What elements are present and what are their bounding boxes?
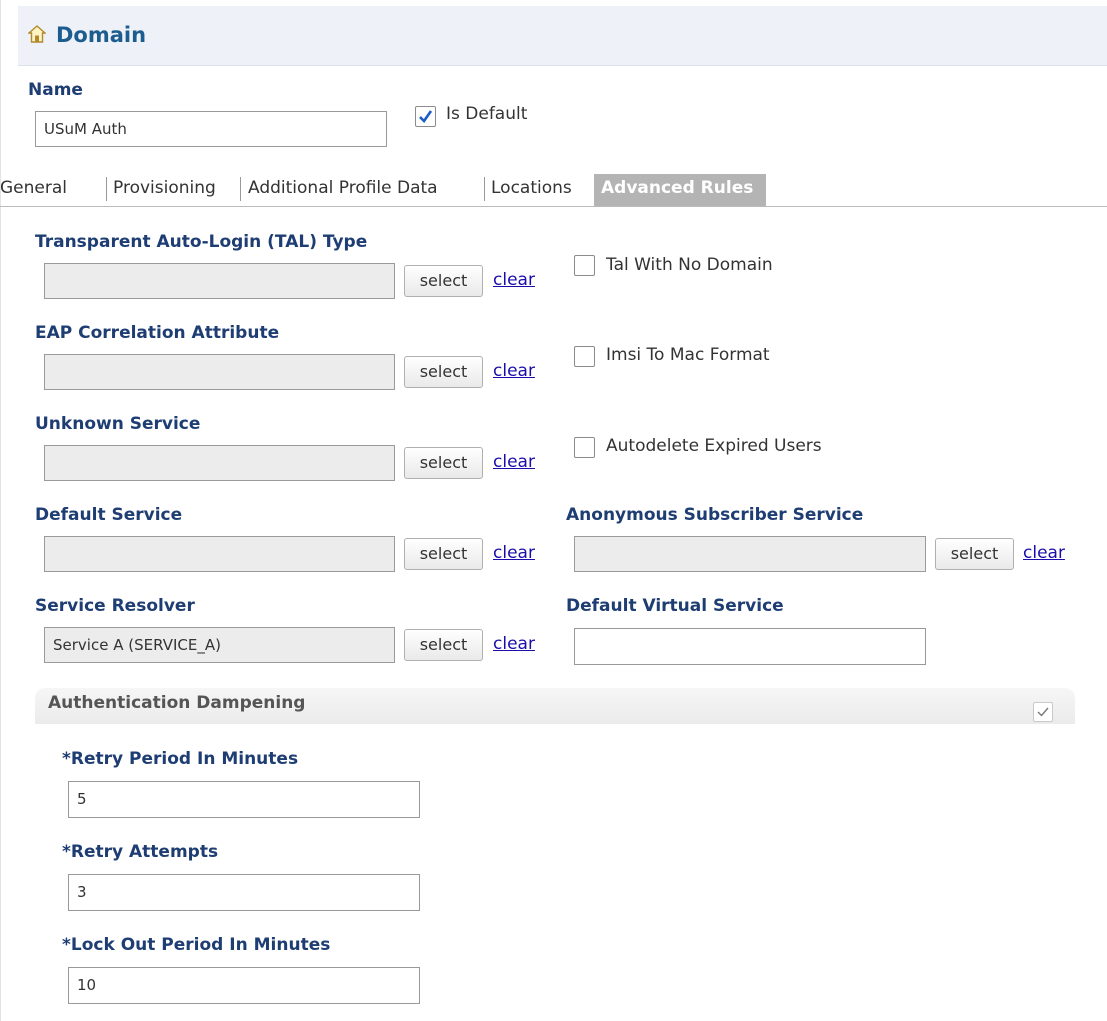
anonymous-service-input[interactable] — [574, 536, 926, 572]
unknown-service-clear-link[interactable]: clear — [493, 452, 535, 472]
page-left-border — [0, 0, 1, 1021]
page-title: Domain — [56, 23, 147, 47]
service-resolver-select-button[interactable]: select — [404, 629, 483, 661]
default-service-input[interactable] — [44, 536, 395, 572]
retry-attempts-input[interactable]: 3 — [68, 874, 420, 911]
unknown-service-input[interactable] — [44, 445, 395, 481]
default-virtual-service-label: Default Virtual Service — [566, 596, 784, 616]
tab-additional-profile-data[interactable]: Additional Profile Data — [248, 178, 438, 198]
unknown-service-label: Unknown Service — [35, 414, 201, 434]
tal-type-select-button[interactable]: select — [404, 265, 483, 297]
anonymous-service-select-button[interactable]: select — [935, 538, 1014, 570]
tab-general[interactable]: General — [0, 178, 67, 198]
default-service-select-button[interactable]: select — [404, 538, 483, 570]
autodelete-label: Autodelete Expired Users — [606, 436, 822, 456]
retry-period-label: *Retry Period In Minutes — [62, 749, 299, 769]
name-input[interactable]: USuM Auth — [35, 111, 387, 147]
name-label: Name — [28, 80, 83, 100]
checkmark-icon — [419, 110, 433, 124]
tal-no-domain-checkbox[interactable] — [574, 255, 595, 276]
is-default-checkbox[interactable] — [415, 106, 436, 127]
dampening-enabled-checkbox[interactable] — [1033, 702, 1053, 722]
authentication-dampening-title: Authentication Dampening — [48, 693, 306, 713]
eap-clear-link[interactable]: clear — [493, 361, 535, 381]
anonymous-service-label: Anonymous Subscriber Service — [566, 505, 864, 525]
retry-attempts-label: *Retry Attempts — [62, 842, 219, 862]
tab-separator — [484, 177, 485, 201]
eap-correlation-input[interactable] — [44, 354, 395, 390]
tab-provisioning[interactable]: Provisioning — [113, 178, 216, 198]
tal-type-clear-link[interactable]: clear — [493, 270, 535, 290]
imsi-mac-label: Imsi To Mac Format — [606, 345, 770, 365]
tab-separator — [240, 177, 241, 201]
service-resolver-input[interactable]: Service A (SERVICE_A) — [44, 627, 395, 663]
is-default-label: Is Default — [446, 104, 528, 124]
tal-no-domain-label: Tal With No Domain — [606, 255, 773, 275]
retry-period-input[interactable]: 5 — [68, 781, 420, 818]
eap-correlation-label: EAP Correlation Attribute — [35, 323, 280, 343]
tab-separator — [106, 177, 107, 201]
tal-type-input[interactable] — [44, 263, 395, 299]
eap-select-button[interactable]: select — [404, 356, 483, 388]
default-service-clear-link[interactable]: clear — [493, 543, 535, 563]
tab-advanced-rules-label: Advanced Rules — [601, 178, 754, 198]
page-header: Domain — [18, 6, 1107, 66]
anonymous-service-clear-link[interactable]: clear — [1023, 543, 1065, 563]
imsi-mac-checkbox[interactable] — [574, 346, 595, 367]
default-service-label: Default Service — [35, 505, 183, 525]
home-icon — [28, 25, 46, 43]
autodelete-checkbox[interactable] — [574, 437, 595, 458]
checkmark-icon — [1037, 707, 1049, 717]
tab-advanced-rules[interactable]: Advanced Rules — [594, 174, 766, 206]
tal-type-label: Transparent Auto-Login (TAL) Type — [35, 232, 368, 252]
tab-bar: General Provisioning Additional Profile … — [0, 174, 1107, 207]
tab-locations[interactable]: Locations — [491, 178, 572, 198]
unknown-service-select-button[interactable]: select — [404, 447, 483, 479]
tab-underline — [0, 206, 1107, 207]
service-resolver-label: Service Resolver — [35, 596, 195, 616]
lockout-period-label: *Lock Out Period In Minutes — [62, 935, 331, 955]
lockout-period-input[interactable]: 10 — [68, 967, 420, 1004]
authentication-dampening-section: Authentication Dampening — [35, 688, 1075, 724]
default-virtual-service-input[interactable] — [574, 628, 926, 665]
service-resolver-clear-link[interactable]: clear — [493, 634, 535, 654]
